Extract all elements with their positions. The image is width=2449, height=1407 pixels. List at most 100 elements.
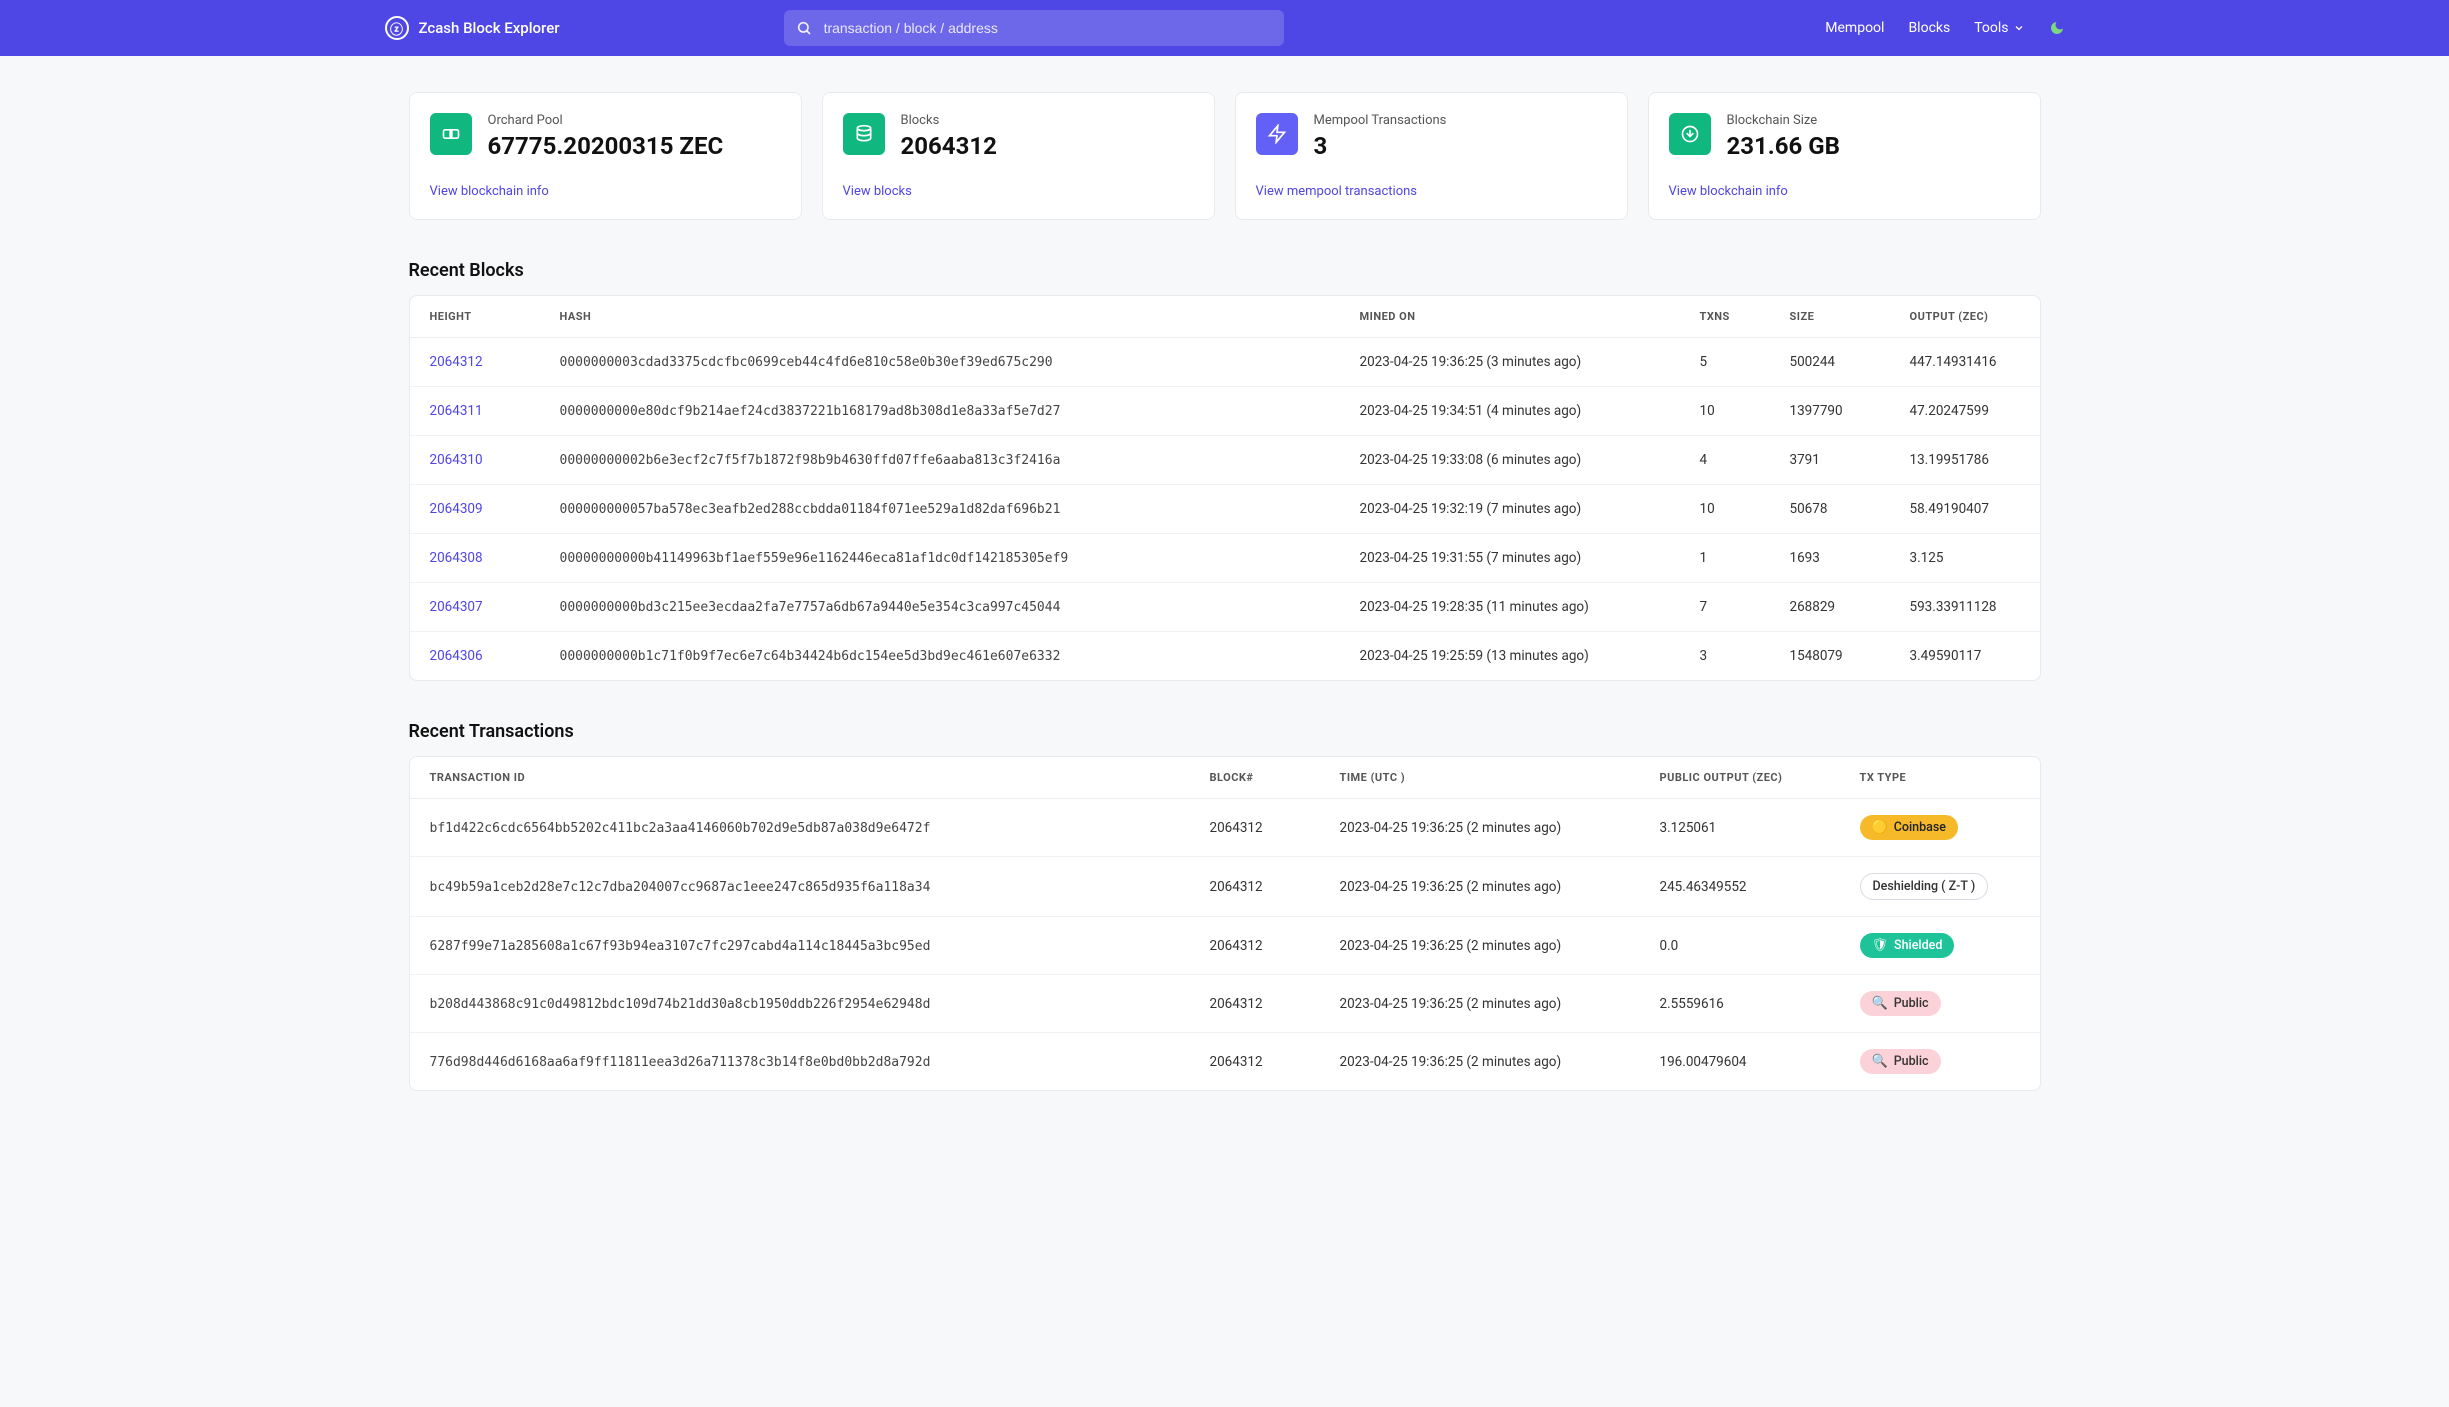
card-label: Blocks: [901, 113, 997, 128]
tx-type-label: Deshielding ( Z-T ): [1873, 879, 1976, 894]
block-height-link[interactable]: 2064311: [430, 403, 483, 419]
card-value: 2064312: [901, 132, 997, 160]
nav-blocks[interactable]: Blocks: [1908, 20, 1950, 36]
card-value: 3: [1314, 132, 1447, 160]
block-height-link[interactable]: 2064310: [430, 452, 483, 468]
table-row: 2064311 0000000000e80dcf9b214aef24cd38372…: [410, 387, 2040, 436]
block-height-link[interactable]: 2064308: [430, 550, 483, 566]
card-label: Orchard Pool: [488, 113, 724, 128]
block-height-link[interactable]: 2064312: [430, 354, 483, 370]
block-hash: 00000000000b41149963bf1aef559e96e1162446…: [540, 534, 1340, 583]
th-height: HEIGHT: [410, 296, 540, 338]
tx-block: 2064312: [1190, 857, 1320, 917]
block-hash: 0000000000b1c71f0b9f7ec6e7c64b34424b6dc1…: [540, 632, 1340, 681]
recent-txs-table: TRANSACTION ID BLOCK# TIME (UTC ) PUBLIC…: [409, 756, 2041, 1091]
th-hash: HASH: [540, 296, 1340, 338]
top-header: ⓩ Zcash Block Explorer Mempool Blocks To…: [0, 0, 2449, 56]
block-height-link[interactable]: 2064307: [430, 599, 483, 615]
block-output: 3.125: [1890, 534, 2040, 583]
main-nav: Mempool Blocks Tools: [1825, 20, 2064, 36]
block-output: 58.49190407: [1890, 485, 2040, 534]
tx-output: 2.5559616: [1640, 975, 1840, 1033]
nav-tools[interactable]: Tools: [1974, 20, 2024, 36]
tx-id-link[interactable]: 776d98d446d6168aa6af9ff11811eea3d26a7113…: [430, 1055, 931, 1070]
th-mined: MINED ON: [1340, 296, 1680, 338]
search-icon: [796, 20, 812, 36]
search-input[interactable]: [784, 10, 1284, 46]
tx-time: 2023-04-25 19:36:25 (2 minutes ago): [1320, 857, 1640, 917]
block-size: 500244: [1770, 338, 1890, 387]
table-row: 20643120000000003cdad3375cdcfbc0699ceb44…: [410, 338, 2040, 387]
card-link[interactable]: View blockchain info: [1669, 184, 2020, 199]
tx-id-link[interactable]: bc49b59a1ceb2d28e7c12c7dba204007cc9687ac…: [430, 880, 931, 895]
theme-toggle-icon[interactable]: [2049, 20, 2065, 36]
table-row: bc49b59a1ceb2d28e7c12c7dba204007cc9687ac…: [410, 857, 2040, 917]
badge-icon: 🟡: [1872, 820, 1888, 835]
tx-output: 245.46349552: [1640, 857, 1840, 917]
block-txns: 7: [1680, 583, 1770, 632]
nav-mempool[interactable]: Mempool: [1825, 20, 1884, 36]
th-txns: TXNS: [1680, 296, 1770, 338]
tx-type-label: Public: [1894, 1054, 1929, 1069]
tx-id-link[interactable]: b208d443868c91c0d49812bdc109d74b21dd30a8…: [430, 997, 931, 1012]
logo[interactable]: ⓩ Zcash Block Explorer: [385, 16, 560, 40]
badge-icon: 🔍: [1872, 996, 1888, 1011]
block-mined: 2023-04-25 19:34:51 (4 minutes ago): [1340, 387, 1680, 436]
recent-blocks-title: Recent Blocks: [409, 260, 2041, 281]
tx-id-link[interactable]: bf1d422c6cdc6564bb5202c411bc2a3aa4146060…: [430, 821, 931, 836]
table-row: b208d443868c91c0d49812bdc109d74b21dd30a8…: [410, 975, 2040, 1033]
db-icon: [843, 113, 885, 155]
card-link[interactable]: View mempool transactions: [1256, 184, 1607, 199]
badge-icon: 🔍: [1872, 1054, 1888, 1069]
card-value: 231.66 GB: [1727, 132, 1840, 160]
app-title: Zcash Block Explorer: [419, 19, 560, 37]
card-link[interactable]: View blockchain info: [430, 184, 781, 199]
th-output: OUTPUT (ZEC): [1890, 296, 2040, 338]
block-size: 1548079: [1770, 632, 1890, 681]
download-icon: [1669, 113, 1711, 155]
block-mined: 2023-04-25 19:25:59 (13 minutes ago): [1340, 632, 1680, 681]
block-size: 3791: [1770, 436, 1890, 485]
block-output: 3.49590117: [1890, 632, 2040, 681]
tx-time: 2023-04-25 19:36:25 (2 minutes ago): [1320, 917, 1640, 975]
th-pout: PUBLIC OUTPUT (ZEC): [1640, 757, 1840, 799]
block-output: 13.19951786: [1890, 436, 2040, 485]
table-row: bf1d422c6cdc6564bb5202c411bc2a3aa4146060…: [410, 799, 2040, 857]
th-txid: TRANSACTION ID: [410, 757, 1190, 799]
block-txns: 10: [1680, 485, 1770, 534]
block-hash: 0000000000e80dcf9b214aef24cd3837221b1681…: [540, 387, 1340, 436]
table-row: 6287f99e71a285608a1c67f93b94ea3107c7fc29…: [410, 917, 2040, 975]
table-row: 776d98d446d6168aa6af9ff11811eea3d26a7113…: [410, 1033, 2040, 1091]
tx-id-link[interactable]: 6287f99e71a285608a1c67f93b94ea3107c7fc29…: [430, 939, 931, 954]
tx-block: 2064312: [1190, 799, 1320, 857]
tx-output: 3.125061: [1640, 799, 1840, 857]
block-size: 1397790: [1770, 387, 1890, 436]
block-size: 268829: [1770, 583, 1890, 632]
table-row: 2064309000000000057ba578ec3eafb2ed288ccb…: [410, 485, 2040, 534]
block-height-link[interactable]: 2064306: [430, 648, 483, 664]
table-row: 20643070000000000bd3c215ee3ecdaa2fa7e775…: [410, 583, 2040, 632]
th-type: TX TYPE: [1840, 757, 2040, 799]
recent-txs-title: Recent Transactions: [409, 721, 2041, 742]
badge-icon: 🛡: [1872, 938, 1889, 953]
block-size: 50678: [1770, 485, 1890, 534]
tx-type-label: Shielded: [1894, 938, 1942, 953]
th-block: BLOCK#: [1190, 757, 1320, 799]
bolt-icon: [1256, 113, 1298, 155]
block-txns: 10: [1680, 387, 1770, 436]
tx-time: 2023-04-25 19:36:25 (2 minutes ago): [1320, 799, 1640, 857]
tx-type-badge: 🔍 Public: [1860, 991, 1941, 1016]
block-height-link[interactable]: 2064309: [430, 501, 483, 517]
table-row: 2064306 0000000000b1c71f0b9f7ec6e7c64b344…: [410, 632, 2040, 681]
recent-blocks-table: HEIGHT HASH MINED ON TXNS SIZE OUTPUT (Z…: [409, 295, 2041, 681]
zcash-logo-icon: ⓩ: [385, 16, 409, 40]
block-output: 447.14931416: [1890, 338, 2040, 387]
block-mined: 2023-04-25 19:36:25 (3 minutes ago): [1340, 338, 1680, 387]
stat-card: Blockchain Size231.66 GBView blockchain …: [1648, 92, 2041, 220]
card-value: 67775.20200315 ZEC: [488, 132, 724, 160]
block-output: 47.20247599: [1890, 387, 2040, 436]
block-output: 593.33911128: [1890, 583, 2040, 632]
card-link[interactable]: View blocks: [843, 184, 1194, 199]
tx-type-label: Public: [1894, 996, 1929, 1011]
th-time: TIME (UTC ): [1320, 757, 1640, 799]
